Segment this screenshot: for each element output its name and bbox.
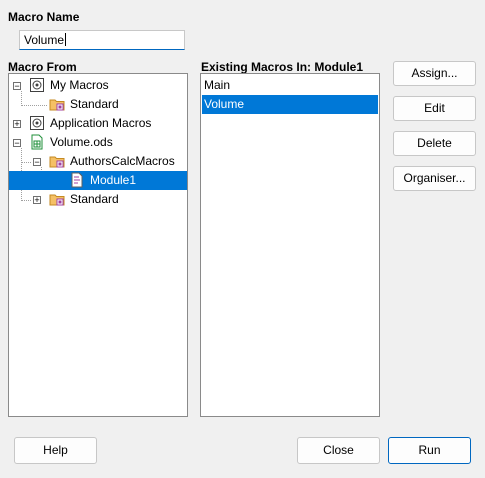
tree-item-label: Application Macros (50, 116, 152, 130)
tree-item-label: Volume.ods (50, 135, 113, 149)
close-button[interactable]: Close (297, 437, 380, 464)
tree-item-standard[interactable]: Standard (9, 95, 187, 114)
collapse-icon[interactable]: − (13, 139, 21, 148)
tree-item-label: Standard (70, 192, 119, 206)
spreadsheet-document-icon (31, 134, 43, 150)
collapse-icon[interactable]: − (13, 82, 21, 91)
tree-item-my-macros[interactable]: − My Macros (9, 76, 187, 95)
edit-button[interactable]: Edit (393, 96, 476, 121)
expand-icon[interactable]: + (33, 196, 41, 205)
macro-name-label: Macro Name (8, 10, 80, 24)
macro-library-icon (30, 116, 44, 130)
tree-item-authorscalcmacros[interactable]: − AuthorsCalcMacros (9, 152, 187, 171)
macro-folder-icon (49, 156, 65, 168)
list-item-selected[interactable]: Volume (202, 95, 378, 114)
macro-folder-icon (49, 99, 65, 111)
run-button[interactable]: Run (388, 437, 471, 464)
text-caret (65, 33, 67, 46)
macro-from-tree[interactable]: − My Macros Standard + Application Macro… (8, 73, 188, 417)
macro-name-input[interactable]: Volume (19, 30, 185, 50)
tree-item-label: AuthorsCalcMacros (70, 154, 175, 168)
tree-item-standard-doc[interactable]: + Standard (9, 190, 187, 209)
existing-macros-label: Existing Macros In: Module1 (201, 60, 364, 74)
organiser-button[interactable]: Organiser... (393, 166, 476, 191)
basic-module-icon (71, 172, 83, 188)
delete-button[interactable]: Delete (393, 131, 476, 156)
collapse-icon[interactable]: − (33, 158, 41, 167)
macro-library-icon (30, 78, 44, 92)
macro-from-label: Macro From (8, 60, 77, 74)
macro-folder-icon (49, 194, 65, 206)
tree-item-volume-ods[interactable]: − Volume.ods (9, 133, 187, 152)
assign-button[interactable]: Assign... (393, 61, 476, 86)
help-button[interactable]: Help (14, 437, 97, 464)
macro-name-value: Volume (24, 33, 65, 47)
list-item[interactable]: Main (202, 76, 378, 95)
tree-item-label: Standard (70, 97, 119, 111)
tree-item-label: My Macros (50, 78, 109, 92)
expand-icon[interactable]: + (13, 120, 21, 129)
existing-macros-list[interactable]: Main Volume (200, 73, 380, 417)
tree-item-application-macros[interactable]: + Application Macros (9, 114, 187, 133)
tree-item-label: Module1 (90, 173, 137, 187)
tree-item-module1[interactable]: Module1 (9, 171, 187, 190)
